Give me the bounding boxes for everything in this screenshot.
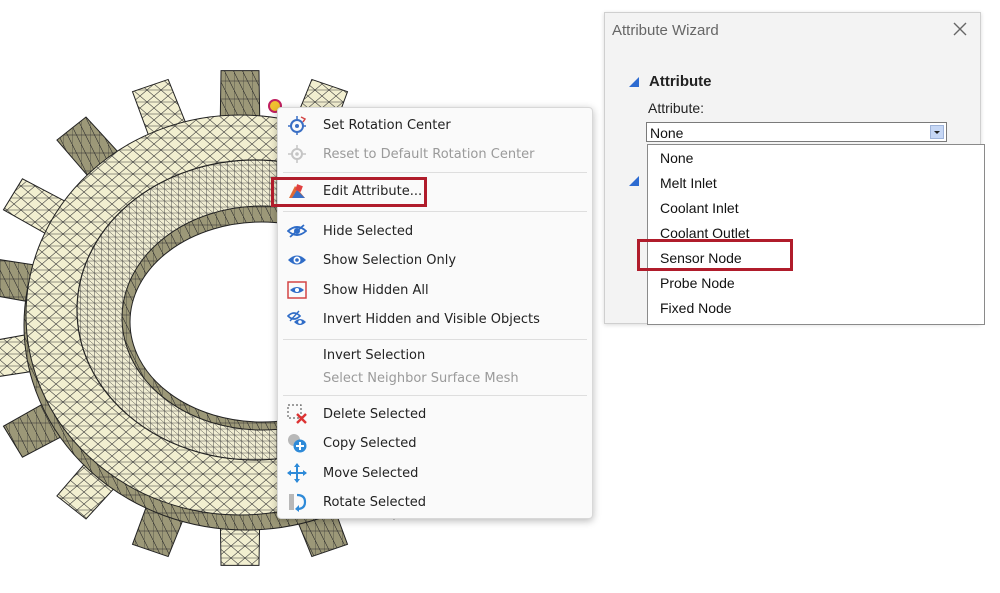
menu-item-label: Show Hidden All <box>323 283 429 298</box>
menu-item-label: Reset to Default Rotation Center <box>323 147 535 162</box>
dropdown-option[interactable]: Probe Node <box>660 275 735 291</box>
attribute-dropdown-list: None Melt Inlet Coolant Inlet Coolant Ou… <box>647 144 985 325</box>
menu-item-label: Invert Selection <box>323 348 426 363</box>
menu-item-invert-hidden-visible[interactable]: Invert Hidden and Visible Objects <box>278 306 592 332</box>
highlight-box-sensor-node <box>637 239 793 271</box>
menu-item-label: Hide Selected <box>323 224 414 239</box>
dropdown-arrow-icon[interactable] <box>930 125 944 139</box>
menu-separator <box>283 395 587 396</box>
menu-item-hide-selected[interactable]: Hide Selected <box>278 218 592 244</box>
context-menu: Set Rotation Center Reset to Default Rot… <box>277 107 593 519</box>
collapse-triangle-icon[interactable] <box>629 176 639 186</box>
menu-separator <box>283 172 587 173</box>
menu-item-label: Select Neighbor Surface Mesh <box>323 371 519 386</box>
hide-eye-icon <box>287 224 307 238</box>
menu-item-label: Set Rotation Center <box>323 118 451 133</box>
dialog-title: Attribute Wizard <box>612 22 719 39</box>
show-hidden-icon <box>287 281 307 299</box>
menu-item-set-rotation-center[interactable]: Set Rotation Center <box>278 112 592 138</box>
menu-separator <box>283 339 587 340</box>
attribute-field-label: Attribute: <box>648 100 705 116</box>
menu-item-show-hidden-all[interactable]: Show Hidden All <box>278 277 592 303</box>
highlight-box-edit-attribute <box>271 177 427 207</box>
attribute-dropdown[interactable]: None <box>646 122 947 142</box>
menu-item-label: Delete Selected <box>323 407 427 422</box>
dropdown-option[interactable]: Coolant Inlet <box>660 200 739 216</box>
menu-item-show-selection-only[interactable]: Show Selection Only <box>278 247 592 273</box>
menu-item-select-neighbor-surface-mesh[interactable]: Select Neighbor Surface Mesh <box>278 365 592 391</box>
menu-item-label: Show Selection Only <box>323 253 457 268</box>
menu-separator <box>283 211 587 212</box>
menu-item-reset-rotation-center[interactable]: Reset to Default Rotation Center <box>278 141 592 167</box>
menu-item-move-selected[interactable]: Move Selected <box>278 460 592 486</box>
menu-item-label: Rotate Selected <box>323 495 427 510</box>
menu-item-label: Invert Hidden and Visible Objects <box>323 312 540 327</box>
section-title: Attribute <box>649 73 712 90</box>
delete-selection-icon <box>287 404 307 424</box>
collapse-triangle-icon[interactable] <box>629 77 639 87</box>
menu-item-label: Copy Selected <box>323 436 417 451</box>
show-eye-icon <box>288 255 306 265</box>
move-arrows-icon <box>287 463 307 483</box>
menu-item-copy-selected[interactable]: Copy Selected <box>278 430 592 456</box>
rotate-arrow-icon <box>289 493 307 512</box>
dropdown-option[interactable]: Melt Inlet <box>660 175 717 191</box>
dropdown-selected-value: None <box>650 125 684 141</box>
menu-item-label: Move Selected <box>323 466 419 481</box>
menu-item-delete-selected[interactable]: Delete Selected <box>278 401 592 427</box>
copy-plus-icon <box>288 434 307 453</box>
close-icon[interactable] <box>950 19 970 39</box>
dropdown-option[interactable]: Fixed Node <box>660 300 732 316</box>
reset-rotation-center-icon <box>288 145 306 163</box>
dropdown-option[interactable]: None <box>660 150 693 166</box>
menu-item-rotate-selected[interactable]: Rotate Selected <box>278 489 592 515</box>
rotation-center-icon <box>288 116 307 135</box>
invert-visibility-icon <box>287 310 306 325</box>
